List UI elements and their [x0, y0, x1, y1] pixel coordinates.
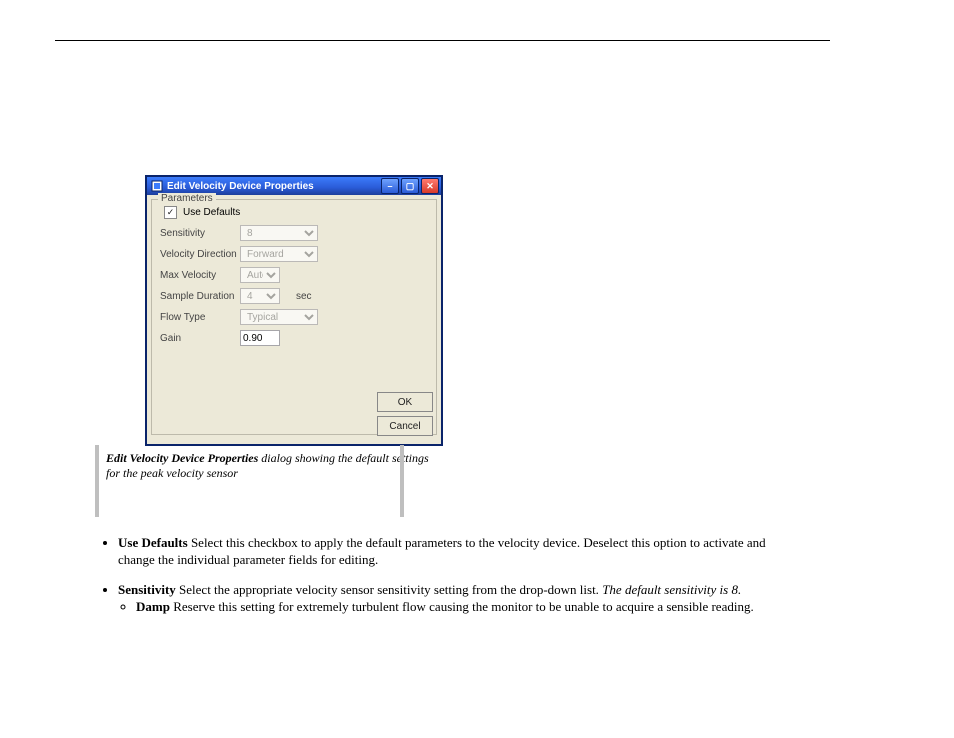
- ok-button[interactable]: OK: [377, 392, 433, 412]
- maximize-button[interactable]: ▢: [401, 178, 419, 194]
- text: Reserve this setting for extremely turbu…: [170, 599, 754, 614]
- term-sensitivity: Sensitivity: [118, 582, 176, 597]
- change-bar: [400, 445, 404, 517]
- use-defaults-label: Use Defaults: [183, 207, 240, 218]
- list-item: Damp Reserve this setting for extremely …: [136, 599, 800, 616]
- max-velocity-select[interactable]: Auto: [240, 267, 280, 283]
- velocity-direction-select[interactable]: Forward: [240, 246, 318, 262]
- minimize-button[interactable]: –: [381, 178, 399, 194]
- close-button[interactable]: ✕: [421, 178, 439, 194]
- caption-bold: Edit Velocity Device Properties: [106, 451, 258, 465]
- flow-type-select[interactable]: Typical: [240, 309, 318, 325]
- list-item: Sensitivity Select the appropriate veloc…: [118, 582, 800, 615]
- velocity-direction-label: Velocity Direction: [160, 249, 240, 260]
- figure-caption: Edit Velocity Device Properties dialog s…: [100, 451, 440, 481]
- divider: [55, 40, 830, 41]
- use-defaults-checkbox[interactable]: ✓: [164, 206, 177, 219]
- body-text: Use Defaults Select this checkbox to app…: [100, 535, 800, 630]
- group-legend: Parameters: [158, 193, 216, 204]
- sample-duration-label: Sample Duration: [160, 291, 240, 302]
- flow-type-label: Flow Type: [160, 312, 240, 323]
- sample-duration-unit: sec: [296, 291, 312, 302]
- sample-duration-select[interactable]: 4: [240, 288, 280, 304]
- max-velocity-label: Max Velocity: [160, 270, 240, 281]
- change-bar: [95, 445, 99, 517]
- text: Select this checkbox to apply the defaul…: [118, 535, 766, 567]
- cancel-button[interactable]: Cancel: [377, 416, 433, 436]
- sensitivity-label: Sensitivity: [160, 228, 240, 239]
- dialog-title: Edit Velocity Device Properties: [167, 181, 314, 192]
- list-item: Use Defaults Select this checkbox to app…: [118, 535, 800, 568]
- edit-velocity-dialog: Edit Velocity Device Properties – ▢ ✕ Pa…: [145, 175, 443, 446]
- text-italic: The default sensitivity is 8.: [602, 582, 741, 597]
- term-use-defaults: Use Defaults: [118, 535, 188, 550]
- term-damp: Damp: [136, 599, 170, 614]
- sensitivity-select[interactable]: 8: [240, 225, 318, 241]
- text: Select the appropriate velocity sensor s…: [176, 582, 602, 597]
- gain-label: Gain: [160, 333, 240, 344]
- gain-input[interactable]: [240, 330, 280, 346]
- app-icon: [151, 180, 163, 192]
